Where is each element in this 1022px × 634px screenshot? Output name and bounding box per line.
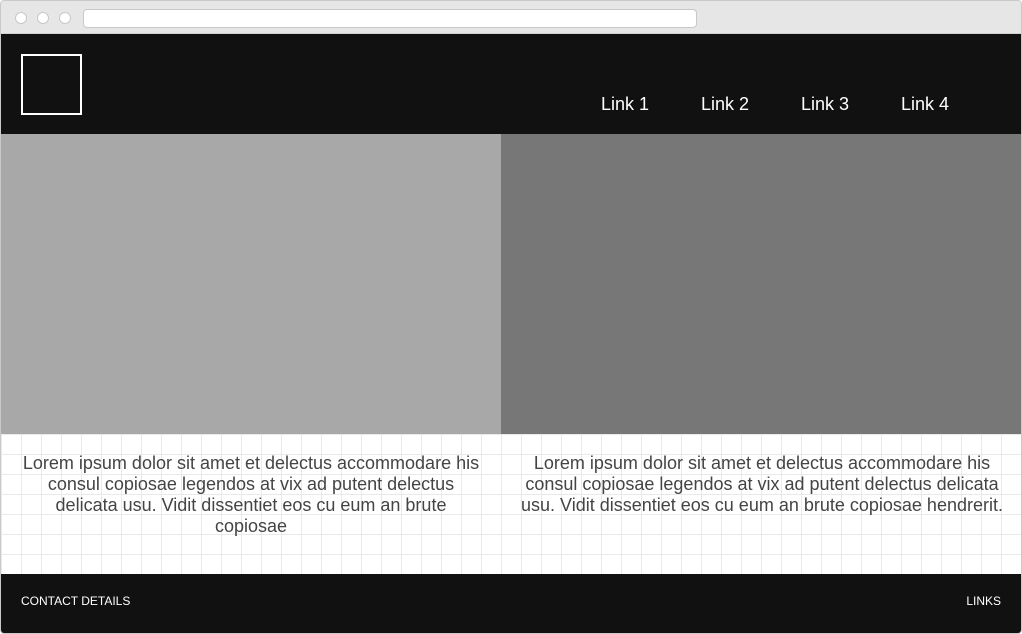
footer-contact-details-link[interactable]: CONTACT DETAILS: [21, 594, 130, 608]
site-footer: CONTACT DETAILS LINKS: [1, 574, 1021, 633]
image-placeholder-left: [1, 134, 501, 434]
main-content: Lorem ipsum dolor sit amet et delectus a…: [1, 134, 1021, 574]
nav-link-1[interactable]: Link 1: [601, 94, 649, 114]
nav-link-2[interactable]: Link 2: [701, 94, 749, 114]
column-text-right: Lorem ipsum dolor sit amet et delectus a…: [521, 453, 1003, 515]
browser-titlebar: [1, 1, 1021, 34]
window-close-button[interactable]: [15, 12, 27, 24]
logo-placeholder[interactable]: [21, 54, 82, 115]
site-header: Link 1 Link 2 Link 3 Link 4: [1, 34, 1021, 134]
image-placeholder-right: [501, 134, 1021, 434]
nav-link-4[interactable]: Link 4: [901, 94, 949, 114]
footer-links-link[interactable]: LINKS: [966, 594, 1001, 608]
window-minimize-button[interactable]: [37, 12, 49, 24]
column-text-left: Lorem ipsum dolor sit amet et delectus a…: [22, 453, 480, 536]
browser-window: Link 1 Link 2 Link 3 Link 4 Lorem ipsum …: [0, 0, 1022, 634]
nav-link-3[interactable]: Link 3: [801, 94, 849, 114]
window-maximize-button[interactable]: [59, 12, 71, 24]
address-bar[interactable]: [83, 9, 697, 28]
